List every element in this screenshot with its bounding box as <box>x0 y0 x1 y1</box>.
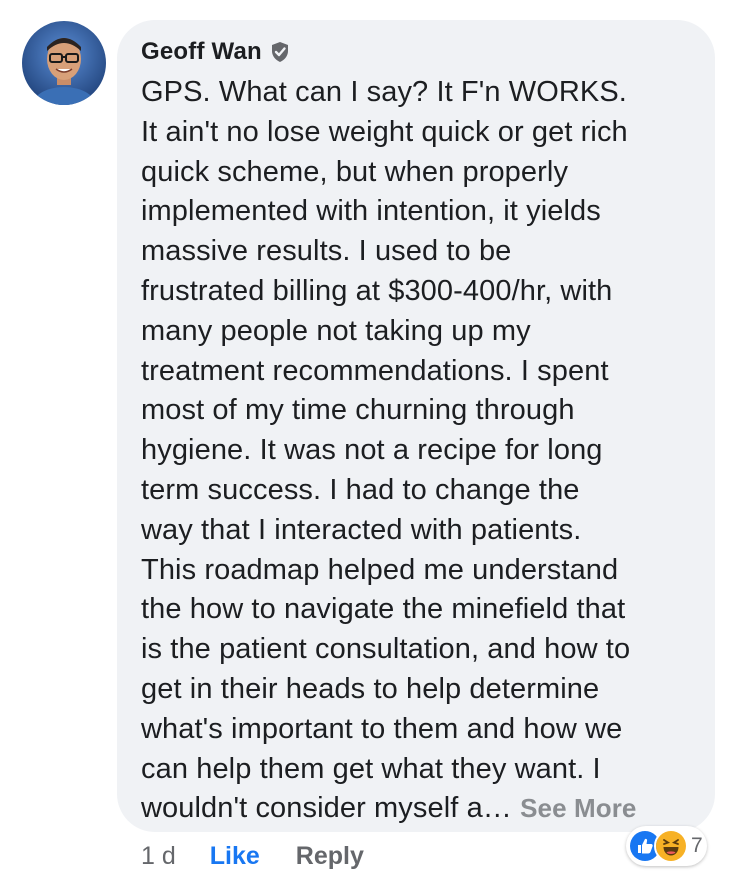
haha-reaction-icon <box>654 829 688 863</box>
see-more-link[interactable]: See More <box>520 793 636 823</box>
reaction-count: 7 <box>691 834 703 857</box>
comment-actions: 1 d Like Reply <box>141 838 364 874</box>
comment-bubble: Geoff Wan GPS. What can I say? It F'n WO… <box>117 20 715 832</box>
verified-badge-icon <box>270 41 290 63</box>
comment: Geoff Wan GPS. What can I say? It F'n WO… <box>0 0 750 891</box>
avatar[interactable] <box>22 21 106 105</box>
reply-button[interactable]: Reply <box>296 842 364 871</box>
author-row: Geoff Wan <box>141 37 689 67</box>
reaction-summary[interactable]: 7 <box>626 826 707 866</box>
comment-timestamp[interactable]: 1 d <box>141 842 176 871</box>
author-name[interactable]: Geoff Wan <box>141 38 262 66</box>
comment-body: GPS. What can I say? It F'n WORKS. It ai… <box>141 73 689 829</box>
comment-text: GPS. What can I say? It F'n WORKS. It ai… <box>141 76 631 825</box>
like-button[interactable]: Like <box>210 842 260 871</box>
